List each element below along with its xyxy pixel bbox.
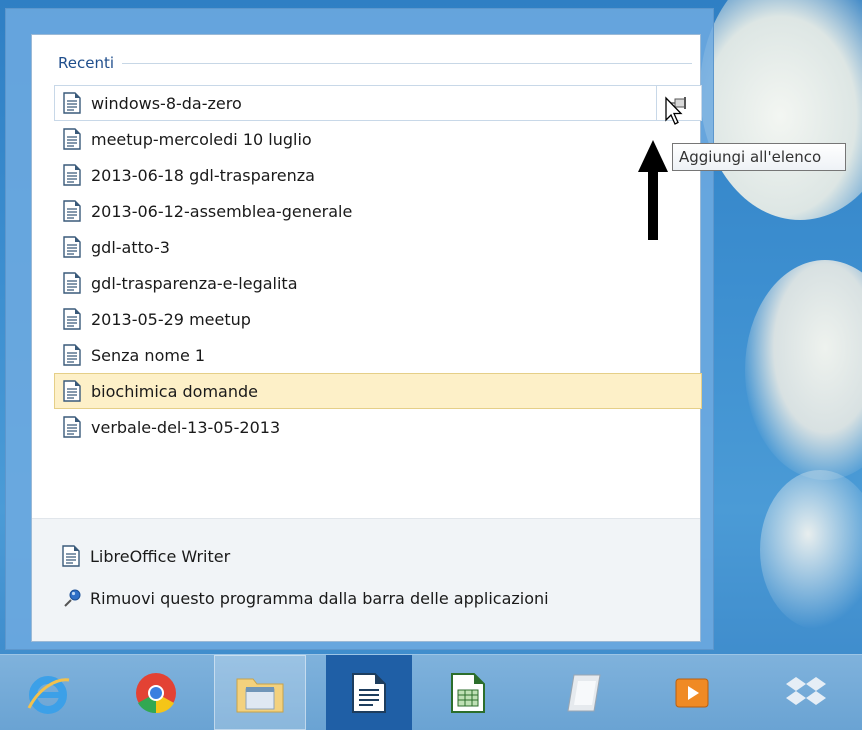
taskbar — [0, 654, 862, 730]
wallpaper-petal — [745, 260, 862, 480]
list-item[interactable]: verbale-del-13-05-2013 — [54, 409, 702, 445]
list-item-label: 2013-06-18 gdl-trasparenza — [91, 165, 315, 185]
annotation-arrow-icon — [638, 140, 668, 240]
recent-list: windows-8-da-zero meetup-mercoledi 10 lu… — [54, 85, 702, 445]
writer-icon — [352, 672, 386, 713]
open-libreoffice-writer[interactable]: LibreOffice Writer — [62, 535, 682, 577]
chrome-icon — [136, 672, 176, 713]
list-item[interactable]: 2013-05-29 meetup — [54, 301, 702, 337]
tooltip: Aggiungi all'elenco — [672, 143, 846, 171]
task-label: Rimuovi questo programma dalla barra del… — [90, 588, 549, 608]
writer-doc-icon — [63, 92, 81, 114]
task-list: LibreOffice Writer Rimuovi questo progra… — [62, 535, 682, 619]
writer-doc-icon — [63, 380, 81, 402]
list-item[interactable]: 2013-06-18 gdl-trasparenza — [54, 157, 702, 193]
writer-doc-icon — [63, 308, 81, 330]
wallpaper-petal — [700, 0, 862, 220]
list-item[interactable]: windows-8-da-zero — [54, 85, 702, 121]
list-item-label: gdl-atto-3 — [91, 237, 170, 257]
recent-section-header: Recenti — [58, 53, 692, 73]
list-item[interactable]: 2013-06-12-assemblea-generale — [54, 193, 702, 229]
writer-doc-icon — [63, 128, 81, 150]
writer-doc-icon — [62, 545, 80, 567]
list-item-label: meetup-mercoledi 10 luglio — [91, 129, 312, 149]
list-item-label: gdl-trasparenza-e-legalita — [91, 273, 298, 293]
writer-doc-icon — [63, 344, 81, 366]
mouse-cursor-icon — [665, 96, 683, 125]
taskbar-file-explorer[interactable] — [214, 655, 306, 730]
writer-doc-icon — [63, 416, 81, 438]
taskbar-media-player[interactable] — [646, 655, 738, 730]
list-item-label: biochimica domande — [91, 381, 258, 401]
section-divider — [122, 62, 692, 64]
jump-list: Recenti windows-8-da-zero meetup-mercole… — [31, 34, 702, 642]
unpin-icon — [62, 587, 81, 609]
taskbar-libreoffice-writer[interactable] — [326, 655, 412, 730]
notes-icon — [567, 674, 601, 711]
unpin-from-taskbar[interactable]: Rimuovi questo programma dalla barra del… — [62, 577, 682, 619]
list-item[interactable]: gdl-trasparenza-e-legalita — [54, 265, 702, 301]
writer-doc-icon — [63, 164, 81, 186]
list-item-label: verbale-del-13-05-2013 — [91, 417, 281, 437]
ie-icon — [27, 675, 70, 714]
list-item-label: 2013-05-29 meetup — [91, 309, 251, 329]
list-item[interactable]: biochimica domande — [54, 373, 702, 409]
calc-icon — [451, 672, 485, 713]
writer-doc-icon — [63, 236, 81, 258]
writer-doc-icon — [63, 200, 81, 222]
list-item-label: Senza nome 1 — [91, 345, 206, 365]
taskbar-libreoffice-calc[interactable] — [422, 655, 514, 730]
writer-doc-icon — [63, 272, 81, 294]
media-icon — [675, 678, 709, 707]
list-item[interactable]: Senza nome 1 — [54, 337, 702, 373]
list-item-label: 2013-06-12-assemblea-generale — [91, 201, 353, 221]
list-item[interactable]: meetup-mercoledi 10 luglio — [54, 121, 702, 157]
taskbar-chrome[interactable] — [110, 655, 202, 730]
list-item-label: windows-8-da-zero — [91, 93, 242, 113]
dropbox-icon — [786, 676, 826, 705]
taskbar-ie[interactable] — [2, 655, 94, 730]
list-item[interactable]: gdl-atto-3 — [54, 229, 702, 265]
taskbar-dropbox[interactable] — [760, 655, 852, 730]
section-title: Recenti — [58, 54, 115, 72]
task-label: LibreOffice Writer — [90, 546, 231, 566]
wallpaper-petal — [760, 470, 862, 630]
taskbar-notes[interactable] — [540, 655, 632, 730]
folder-icon — [236, 678, 284, 712]
